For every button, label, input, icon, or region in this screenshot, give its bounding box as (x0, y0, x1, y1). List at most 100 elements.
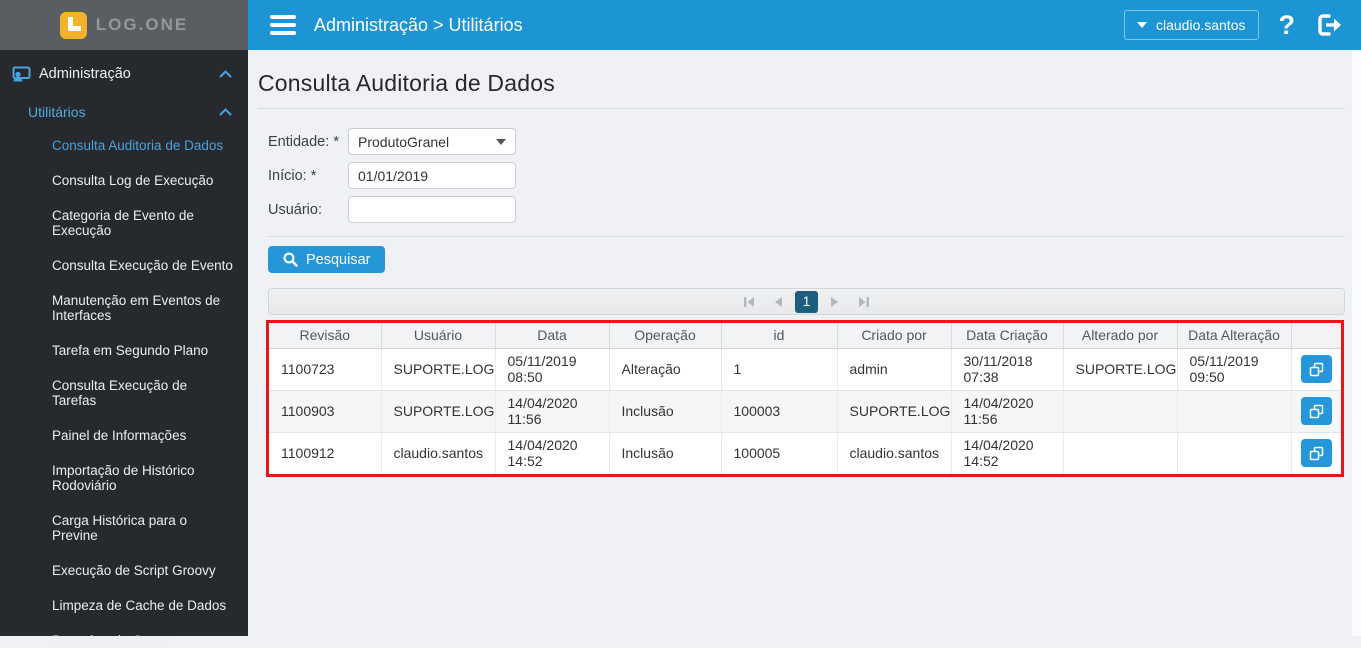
col-header-actions (1291, 323, 1341, 349)
last-page-icon (859, 296, 869, 307)
col-header-revisao: Revisão (269, 323, 382, 349)
sidebar-section-label: Administração (39, 66, 131, 82)
cell-data-criacao: 14/04/2020 14:52 (951, 432, 1064, 474)
sidebar-item-execucao-de-script-groovy[interactable]: Execução de Script Groovy (52, 563, 234, 578)
sidebar: Administração Utilitários Consulta Audit… (0, 50, 248, 648)
entidade-select[interactable]: ProdutoGranel (348, 128, 516, 155)
cell-criado-por: admin (837, 348, 952, 391)
app-logo[interactable]: LOG.ONE (0, 0, 248, 50)
cell-data-alteracao (1177, 390, 1292, 433)
col-header-data-criacao: Data Criação (951, 323, 1064, 349)
col-header-usuario: Usuário (381, 323, 496, 349)
current-page-button[interactable]: 1 (795, 290, 818, 313)
caret-down-icon (1136, 22, 1147, 33)
sidebar-item-consulta-log-de-execucao[interactable]: Consulta Log de Execução (52, 173, 234, 188)
copy-icon (1309, 446, 1323, 460)
menu-icon[interactable] (270, 15, 296, 35)
cell-alterado-por: SUPORTE.LOGO (1063, 348, 1178, 391)
sidebar-item-pesquisa-via-query[interactable]: Pesquisa via Query (52, 633, 234, 648)
copy-row-button[interactable] (1300, 397, 1332, 425)
sidebar-item-carga-historica-para-o-previne[interactable]: Carga Histórica para o Previne (52, 513, 234, 543)
sidebar-menu: Consulta Auditoria de Dados Consulta Log… (52, 138, 234, 648)
pesquisar-button[interactable]: Pesquisar (268, 246, 386, 273)
sidebar-item-tarefa-em-segundo-plano[interactable]: Tarefa em Segundo Plano (52, 343, 234, 358)
cell-id: 1 (721, 348, 838, 391)
copy-icon (1309, 362, 1323, 376)
cell-usuario: SUPORTE.LOGO (381, 390, 496, 433)
copy-row-button[interactable] (1300, 439, 1332, 468)
sidebar-item-limpeza-de-cache-de-dados[interactable]: Limpeza de Cache de Dados (52, 598, 234, 613)
cell-id: 100005 (721, 432, 838, 474)
cell-alterado-por (1063, 432, 1178, 474)
vertical-scrollbar[interactable] (1352, 50, 1361, 636)
magnifier-icon (283, 252, 298, 267)
chevron-up-icon[interactable] (219, 70, 232, 78)
sidebar-section-administracao[interactable]: Administração (0, 50, 248, 82)
results-table: Revisão Usuário Data Operação id Criado … (269, 323, 1341, 474)
required-asterisk: * (333, 133, 339, 150)
pesquisar-label: Pesquisar (306, 251, 371, 268)
user-name: claudio.santos (1155, 17, 1246, 33)
cell-alterado-por (1063, 390, 1178, 433)
sign-out-icon (1318, 14, 1341, 36)
cell-id: 100003 (721, 390, 838, 433)
sidebar-item-painel-de-informacoes[interactable]: Painel de Informações (52, 428, 234, 443)
copy-icon (1309, 404, 1323, 418)
col-header-alterado-por: Alterado por (1063, 323, 1178, 349)
cell-operacao: Inclusão (609, 432, 722, 474)
cell-data-criacao: 14/04/2020 11:56 (951, 390, 1064, 433)
sidebar-item-consulta-auditoria-de-dados[interactable]: Consulta Auditoria de Dados (52, 138, 234, 153)
help-button[interactable]: ? (1279, 11, 1296, 39)
col-header-id: id (721, 323, 838, 349)
cell-revisao: 1100903 (269, 390, 382, 433)
required-asterisk: * (310, 167, 317, 184)
previous-page-button[interactable] (766, 291, 790, 312)
first-page-button[interactable] (737, 291, 761, 312)
page-title: Consulta Auditoria de Dados (258, 70, 555, 96)
col-header-data-alteracao: Data Alteração (1177, 323, 1292, 349)
results-table-highlight: Revisão Usuário Data Operação id Criado … (266, 320, 1344, 477)
cell-data: 14/04/2020 14:52 (495, 432, 610, 474)
cell-criado-por: claudio.santos (837, 432, 952, 474)
cell-data-alteracao: 05/11/2019 09:50 (1177, 348, 1292, 391)
sidebar-item-consulta-execucao-de-evento[interactable]: Consulta Execução de Evento (52, 258, 234, 273)
usuario-input[interactable] (348, 196, 516, 223)
caret-down-icon (496, 138, 506, 150)
entidade-label: Entidade: * (268, 133, 339, 150)
previous-page-icon (775, 296, 782, 307)
search-form: Entidade: * ProdutoGranel Início: * Usuá… (268, 128, 1345, 223)
entidade-selected-value: ProdutoGranel (358, 133, 450, 150)
cell-data-criacao: 30/11/2018 07:38 (951, 348, 1064, 391)
cell-operacao: Alteração (609, 348, 722, 391)
col-header-data: Data (495, 323, 610, 349)
sidebar-item-importacao-de-historico-rodoviario[interactable]: Importação de Histórico Rodoviário (52, 463, 234, 493)
logout-button[interactable] (1315, 11, 1345, 39)
cell-data: 14/04/2020 11:56 (495, 390, 610, 433)
inicio-label: Início: * (268, 167, 317, 184)
cell-data: 05/11/2019 08:50 (495, 348, 610, 391)
main-content: Consulta Auditoria de Dados Entidade: * … (248, 50, 1361, 636)
col-header-criado-por: Criado por (837, 323, 952, 349)
cell-operacao: Inclusão (609, 390, 722, 433)
cell-revisao: 1100723 (269, 348, 382, 391)
cell-usuario: claudio.santos (381, 432, 496, 474)
cell-revisao: 1100912 (269, 432, 382, 474)
pagination: 1 (268, 288, 1345, 315)
form-divider (268, 236, 1345, 237)
chevron-up-icon[interactable] (219, 108, 232, 116)
copy-row-button[interactable] (1300, 355, 1332, 383)
table-row: 1100912 claudio.santos 14/04/2020 14:52 … (269, 432, 1341, 474)
user-menu[interactable]: claudio.santos (1123, 10, 1259, 40)
next-page-button[interactable] (823, 291, 847, 312)
sidebar-item-manutencao-em-eventos-de-interfaces[interactable]: Manutenção em Eventos de Interfaces (52, 293, 234, 323)
top-bar: LOG.ONE Administração > Utilitários clau… (0, 0, 1361, 50)
table-row: 1100723 SUPORTE.LOGO 05/11/2019 08:50 Al… (269, 348, 1341, 391)
sidebar-subsection-utilitarios[interactable]: Utilitários (0, 82, 248, 120)
last-page-button[interactable] (852, 291, 876, 312)
sidebar-item-consulta-execucao-de-tarefas[interactable]: Consulta Execução de Tarefas (52, 378, 234, 408)
sidebar-subsection-label: Utilitários (28, 104, 86, 120)
next-page-icon (831, 296, 838, 307)
inicio-input[interactable] (348, 162, 516, 189)
cell-usuario: SUPORTE.LOGO (381, 348, 496, 391)
sidebar-item-categoria-de-evento-de-execucao[interactable]: Categoria de Evento de Execução (52, 208, 234, 238)
